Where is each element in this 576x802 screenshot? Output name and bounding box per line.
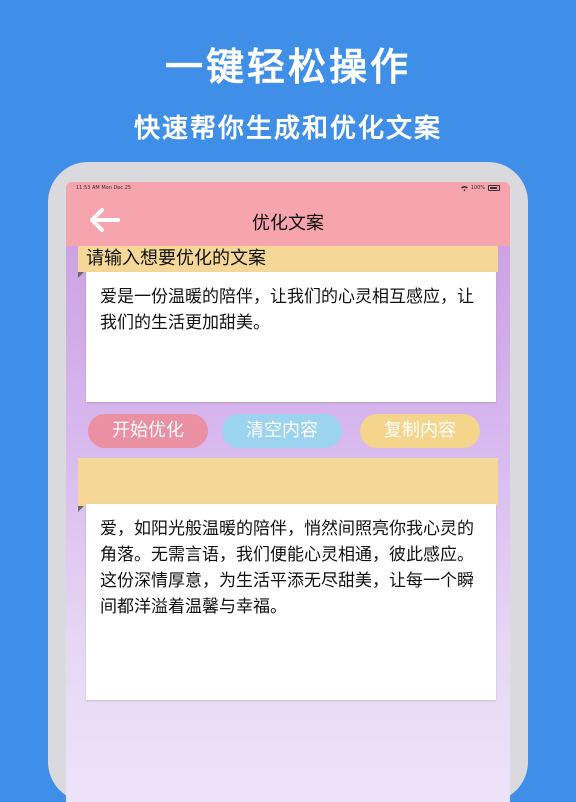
wifi-icon (460, 185, 468, 191)
tablet-frame: 11:53 AM Mon Dec 25 100% 优化文案 请输入想要优化的文案… (48, 162, 528, 802)
battery-percent: 100% (470, 185, 485, 191)
status-time: 11:53 AM Mon Dec 25 (76, 185, 131, 191)
input-label: 请输入想要优化的文案 (78, 246, 498, 272)
page-title: 优化文案 (252, 213, 324, 234)
copy-content-button[interactable]: 复制内容 (360, 414, 480, 448)
status-date-text: Mon Dec 25 (101, 185, 132, 191)
app-screen: 11:53 AM Mon Dec 25 100% 优化文案 请输入想要优化的文案… (66, 182, 510, 802)
output-header-bar (78, 458, 498, 506)
battery-icon (488, 185, 500, 191)
nav-bar: 优化文案 (66, 194, 510, 246)
label-fold-corner (78, 272, 84, 278)
status-bar: 11:53 AM Mon Dec 25 100% (66, 182, 510, 194)
output-fold-corner (78, 506, 84, 512)
status-time-text: 11:53 AM (76, 185, 100, 191)
input-textarea[interactable]: 爱是一份温暖的陪伴，让我们的心灵相互感应，让我们的生活更加甜美。 (86, 272, 496, 402)
clear-content-button[interactable]: 清空内容 (222, 414, 342, 448)
status-right: 100% (460, 185, 500, 191)
output-textarea[interactable]: 爱，如阳光般温暖的陪伴，悄然间照亮你我心灵的角落。无需言语，我们便能心灵相通，彼… (86, 504, 496, 700)
promo-subline: 快速帮你生成和优化文案 (133, 114, 442, 144)
start-optimize-button[interactable]: 开始优化 (88, 414, 208, 448)
promo-headline: 一键轻松操作 (164, 45, 411, 89)
